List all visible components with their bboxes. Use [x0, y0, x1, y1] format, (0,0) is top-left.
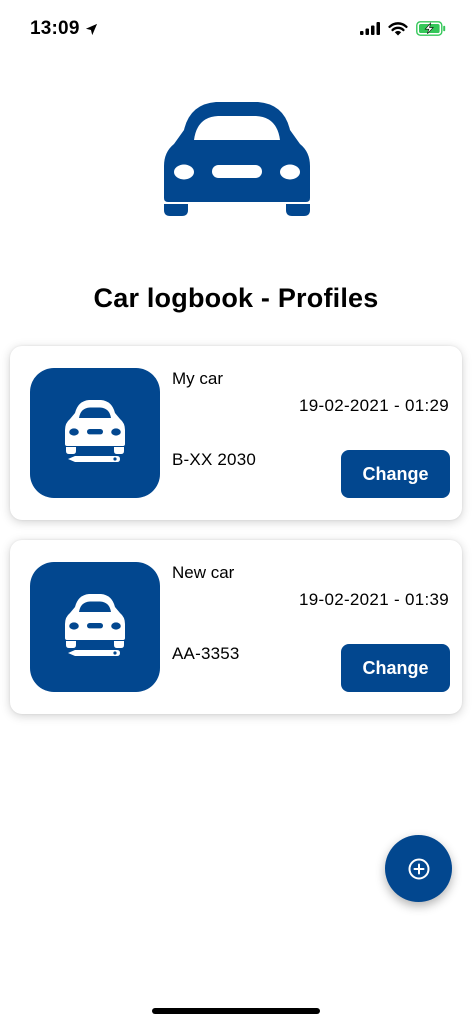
location-arrow-icon: [85, 23, 97, 36]
profile-date: 19-02-2021 - 01:29: [298, 396, 449, 415]
car-with-pen-icon: [65, 400, 125, 462]
change-button[interactable]: Change: [341, 450, 450, 498]
add-profile-button[interactable]: [385, 835, 452, 902]
battery-charging-icon: [416, 21, 446, 36]
page-title: Car logbook - Profiles: [93, 283, 379, 313]
status-bar: 13:09: [0, 0, 472, 60]
car-front-icon: [164, 102, 310, 216]
profile-thumbnail: [30, 368, 160, 498]
profile-thumbnail: [30, 562, 160, 692]
wifi-icon: [388, 21, 408, 35]
profile-date: 19-02-2021 - 01:39: [298, 590, 449, 609]
status-time-group: 13:09: [30, 18, 98, 40]
plus-circle-icon: [408, 858, 429, 879]
status-icons: [360, 21, 446, 36]
change-button[interactable]: Change: [341, 644, 450, 692]
profile-plate: AA-3353: [172, 644, 240, 663]
car-with-pen-icon: [65, 594, 125, 656]
profile-plate: B-XX 2030: [172, 450, 257, 469]
cellular-signal-icon: [360, 22, 380, 35]
status-time: 13:09: [30, 18, 80, 39]
profile-name: New car: [172, 563, 235, 582]
home-indicator[interactable]: [152, 1008, 320, 1014]
profile-name: My car: [172, 369, 223, 388]
profile-card[interactable]: New car 19-02-2021 - 01:39 AA-3353 Chang…: [10, 540, 462, 714]
profile-card[interactable]: My car 19-02-2021 - 01:29 B-XX 2030 Chan…: [10, 346, 462, 520]
screen: 13:09 Car logbook - Profiles My car 19-0…: [0, 0, 472, 1024]
